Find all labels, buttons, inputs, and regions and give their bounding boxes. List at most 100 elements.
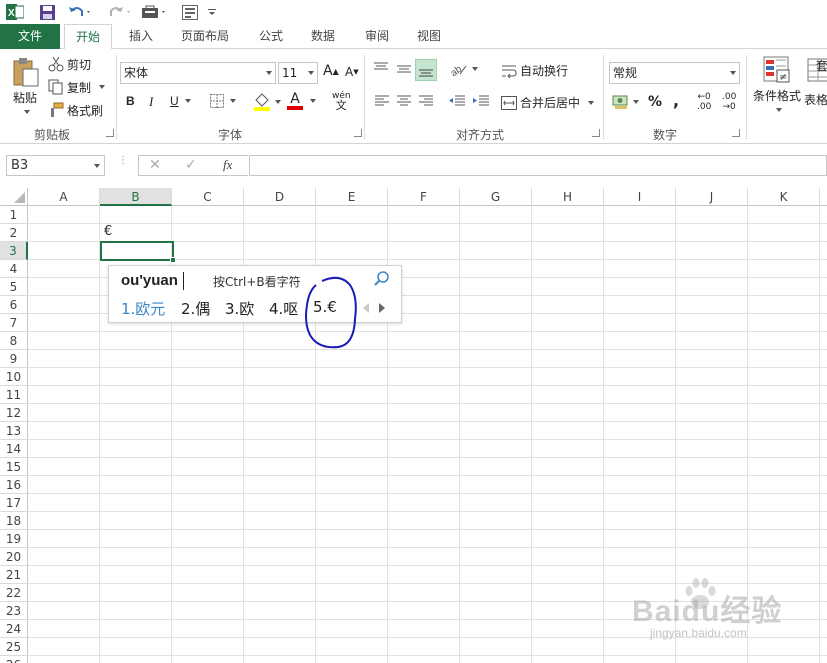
row-header-15[interactable]: 15	[0, 458, 28, 476]
table-format-button[interactable]: 套 表格	[804, 57, 827, 121]
chevron-right-icon[interactable]	[379, 303, 385, 313]
font-color-dropdown[interactable]	[307, 99, 316, 103]
row-header-8[interactable]: 8	[0, 332, 28, 350]
row-header-18[interactable]: 18	[0, 512, 28, 530]
decrease-indent-button[interactable]	[448, 95, 466, 107]
customize-icon[interactable]	[206, 3, 218, 21]
row-header-12[interactable]: 12	[0, 404, 28, 422]
comma-button[interactable]: ,	[673, 91, 679, 110]
tab-data[interactable]: 数据	[300, 24, 346, 49]
row-header-5[interactable]: 5	[0, 278, 28, 296]
increase-indent-button[interactable]	[472, 95, 490, 107]
row-header-11[interactable]: 11	[0, 386, 28, 404]
row-header-4[interactable]: 4	[0, 260, 28, 278]
align-center-button[interactable]	[396, 95, 412, 107]
percent-button[interactable]: %	[648, 94, 662, 110]
tab-review[interactable]: 审阅	[354, 24, 400, 49]
tab-view[interactable]: 视图	[406, 24, 452, 49]
increase-decimal-button[interactable]: ←0 .00	[697, 92, 711, 112]
copy-button[interactable]: 复制	[48, 78, 106, 96]
row-header-26[interactable]: 26	[0, 656, 28, 663]
accounting-format-button[interactable]	[612, 94, 639, 110]
ime-candidate-4[interactable]: 4.呕	[269, 298, 298, 319]
align-top-button[interactable]	[373, 62, 389, 76]
formula-input[interactable]	[249, 155, 827, 176]
tab-file[interactable]: 文件	[0, 24, 60, 49]
font-launcher[interactable]	[354, 129, 362, 137]
borders-button[interactable]	[210, 94, 236, 108]
save-icon[interactable]	[38, 3, 56, 21]
redo-icon[interactable]	[106, 3, 134, 21]
row-header-1[interactable]: 1	[0, 206, 28, 224]
decrease-decimal-button[interactable]: .00 →0	[722, 92, 736, 112]
row-header-2[interactable]: 2	[0, 224, 28, 242]
column-header-c[interactable]: C	[172, 188, 244, 206]
ime-candidate-3[interactable]: 3.欧	[225, 298, 254, 319]
paste-button[interactable]: 粘贴	[8, 57, 42, 117]
fill-color-button[interactable]	[253, 93, 281, 111]
column-header-f[interactable]: F	[388, 188, 460, 206]
enter-icon[interactable]: ✓	[185, 157, 197, 173]
bold-button[interactable]: B	[126, 94, 135, 108]
fill-handle[interactable]	[170, 257, 176, 263]
column-header-k[interactable]: K	[748, 188, 820, 206]
align-right-button[interactable]	[418, 95, 434, 107]
search-icon[interactable]	[373, 270, 391, 291]
row-header-10[interactable]: 10	[0, 368, 28, 386]
shrink-font-button[interactable]: A ▼	[345, 65, 359, 79]
column-header-e[interactable]: E	[316, 188, 388, 206]
italic-button[interactable]: I	[149, 94, 153, 110]
wrap-text-button[interactable]: 自动换行	[501, 62, 568, 79]
row-header-17[interactable]: 17	[0, 494, 28, 512]
active-cell-b3[interactable]	[100, 241, 176, 263]
row-header-22[interactable]: 22	[0, 584, 28, 602]
number-launcher[interactable]	[732, 129, 740, 137]
row-header-23[interactable]: 23	[0, 602, 28, 620]
row-header-24[interactable]: 24	[0, 620, 28, 638]
tab-insert[interactable]: 插入	[118, 24, 164, 49]
column-header-i[interactable]: I	[604, 188, 676, 206]
insert-function-icon[interactable]: fx	[223, 157, 232, 173]
row-header-16[interactable]: 16	[0, 476, 28, 494]
row-header-6[interactable]: 6	[0, 296, 28, 314]
row-header-20[interactable]: 20	[0, 548, 28, 566]
column-header-a[interactable]: A	[28, 188, 100, 206]
column-header-b[interactable]: B	[100, 188, 172, 206]
touch-mode-icon[interactable]	[140, 3, 170, 21]
row-header-21[interactable]: 21	[0, 566, 28, 584]
align-middle-button[interactable]	[396, 62, 412, 76]
formula-bar-grip[interactable]: ⋮	[118, 156, 128, 171]
row-header-7[interactable]: 7	[0, 314, 28, 332]
conditional-format-button[interactable]: ≠ 条件格式	[750, 55, 804, 119]
cancel-icon[interactable]: ✕	[149, 157, 161, 173]
tab-home[interactable]: 开始	[64, 24, 112, 50]
clipboard-launcher[interactable]	[106, 129, 114, 137]
form-icon[interactable]	[180, 3, 200, 21]
row-header-13[interactable]: 13	[0, 422, 28, 440]
font-size-combo[interactable]: 11	[278, 62, 318, 84]
ime-candidate-2[interactable]: 2.偶	[181, 298, 210, 319]
column-header-h[interactable]: H	[532, 188, 604, 206]
undo-icon[interactable]	[66, 3, 94, 21]
orientation-button[interactable]: ab	[450, 62, 478, 76]
number-format-combo[interactable]: 常规	[609, 62, 740, 84]
row-header-25[interactable]: 25	[0, 638, 28, 656]
align-bottom-button[interactable]	[415, 59, 437, 81]
phonetic-button[interactable]: wén 文	[332, 91, 351, 111]
tab-page-layout[interactable]: 页面布局	[170, 24, 240, 49]
column-header-j[interactable]: J	[676, 188, 748, 206]
merge-center-button[interactable]: 合并后居中	[501, 94, 595, 111]
underline-button[interactable]: U	[170, 94, 191, 108]
align-left-button[interactable]	[374, 95, 390, 107]
select-all-corner[interactable]	[0, 188, 28, 206]
format-painter-button[interactable]: 格式刷	[48, 101, 103, 119]
alignment-launcher[interactable]	[592, 129, 600, 137]
tab-formulas[interactable]: 公式	[248, 24, 294, 49]
font-name-combo[interactable]: 宋体	[120, 62, 276, 84]
cut-button[interactable]: 剪切	[48, 55, 91, 73]
ime-candidate-1[interactable]: 1.欧元	[121, 298, 165, 319]
cell-b2[interactable]: €	[101, 223, 173, 241]
row-header-19[interactable]: 19	[0, 530, 28, 548]
row-header-3[interactable]: 3	[0, 242, 28, 260]
column-header-d[interactable]: D	[244, 188, 316, 206]
